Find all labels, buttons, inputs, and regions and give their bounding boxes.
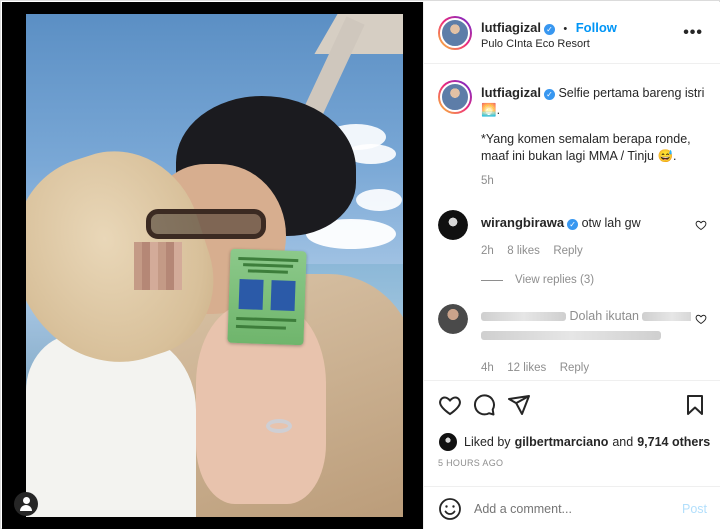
reply-button[interactable]: Reply [560,362,589,374]
liked-by-prefix: Liked by [464,434,511,449]
liked-by: Liked by gilbertmarciano and 9,714 other… [438,432,710,452]
comment-avatar[interactable] [438,304,468,334]
reply-button[interactable]: Reply [553,245,582,257]
caption: lutfiagizal ✓ Selfie pertama bareng istri… [481,84,709,187]
caption-time[interactable]: 5h [481,175,709,187]
caption-line3: maaf ini bukan lagi MMA / Tinju 😅. [481,149,677,163]
comment-time[interactable]: 2h [481,245,494,257]
comment-time[interactable]: 4h [481,362,494,374]
liked-by-user[interactable]: gilbertmarciano [515,434,609,451]
view-replies-label[interactable]: View replies (3) [515,274,594,286]
bookmark-icon[interactable] [683,393,707,417]
like-comment-icon[interactable] [695,219,707,231]
liked-by-and: and [612,434,634,449]
post-header: lutfiagizal ✓ • Follow Pulo CInta Eco Res… [424,2,720,64]
post-comment-button[interactable]: Post [682,502,707,516]
view-replies[interactable]: View replies (3) [481,274,691,286]
comment-avatar[interactable] [438,210,468,240]
blurred-username [481,312,566,322]
comment-text: otw lah gw [581,216,641,230]
post-dialog: lutfiagizal ✓ • Follow Pulo CInta Eco Res… [0,0,720,529]
emoji-icon[interactable] [438,497,462,521]
verified-badge-icon: ✓ [543,89,555,100]
comment-item: wirangbirawa ✓ otw lah gw 2h 8 likes Repl… [481,214,691,286]
comment-icon[interactable] [472,393,496,417]
liked-by-others[interactable]: 9,714 others [637,434,710,451]
blurred-text [642,312,691,322]
caption-line1: Selfie pertama bareng istri [558,86,705,100]
caption-username[interactable]: lutfiagizal [481,85,541,100]
comment-input[interactable] [474,498,664,520]
comment-likes[interactable]: 8 likes [507,245,540,257]
post-media [2,2,423,529]
follow-button[interactable]: Follow [576,20,617,35]
author-avatar[interactable] [438,16,472,50]
sunrise-emoji: 🌅 [481,103,497,117]
action-bar: Liked by gilbertmarciano and 9,714 other… [424,380,720,470]
post-photo[interactable] [26,14,403,517]
add-comment-bar: Post [424,486,720,529]
blurred-text [481,331,661,341]
author-username[interactable]: lutfiagizal [481,20,541,35]
verified-badge-icon: ✓ [567,219,579,230]
post-timestamp[interactable]: 5 HOURS AGO [438,458,503,468]
caption-line2: *Yang komen semalam berapa ronde, [481,132,691,146]
more-options-icon[interactable]: ••• [683,24,703,42]
liked-by-avatar[interactable] [438,432,458,452]
comment-username[interactable]: wirangbirawa [481,215,564,230]
caption-avatar[interactable] [438,80,472,114]
caption-line1-end: . [496,103,501,117]
comment-item: Dolah ikutan 4h 12 likes Reply [481,308,691,376]
tagged-users-icon[interactable] [14,492,38,516]
share-icon[interactable] [507,393,531,417]
like-icon[interactable] [438,393,462,417]
like-comment-icon[interactable] [695,313,707,325]
comment-likes[interactable]: 12 likes [507,362,546,374]
verified-badge-icon: ✓ [543,24,555,35]
comment-text: Dolah ikutan [569,309,639,323]
post-location[interactable]: Pulo CInta Eco Resort [481,38,590,50]
separator-dot: • [563,23,568,35]
post-sidebar: lutfiagizal ✓ • Follow Pulo CInta Eco Res… [423,2,720,529]
